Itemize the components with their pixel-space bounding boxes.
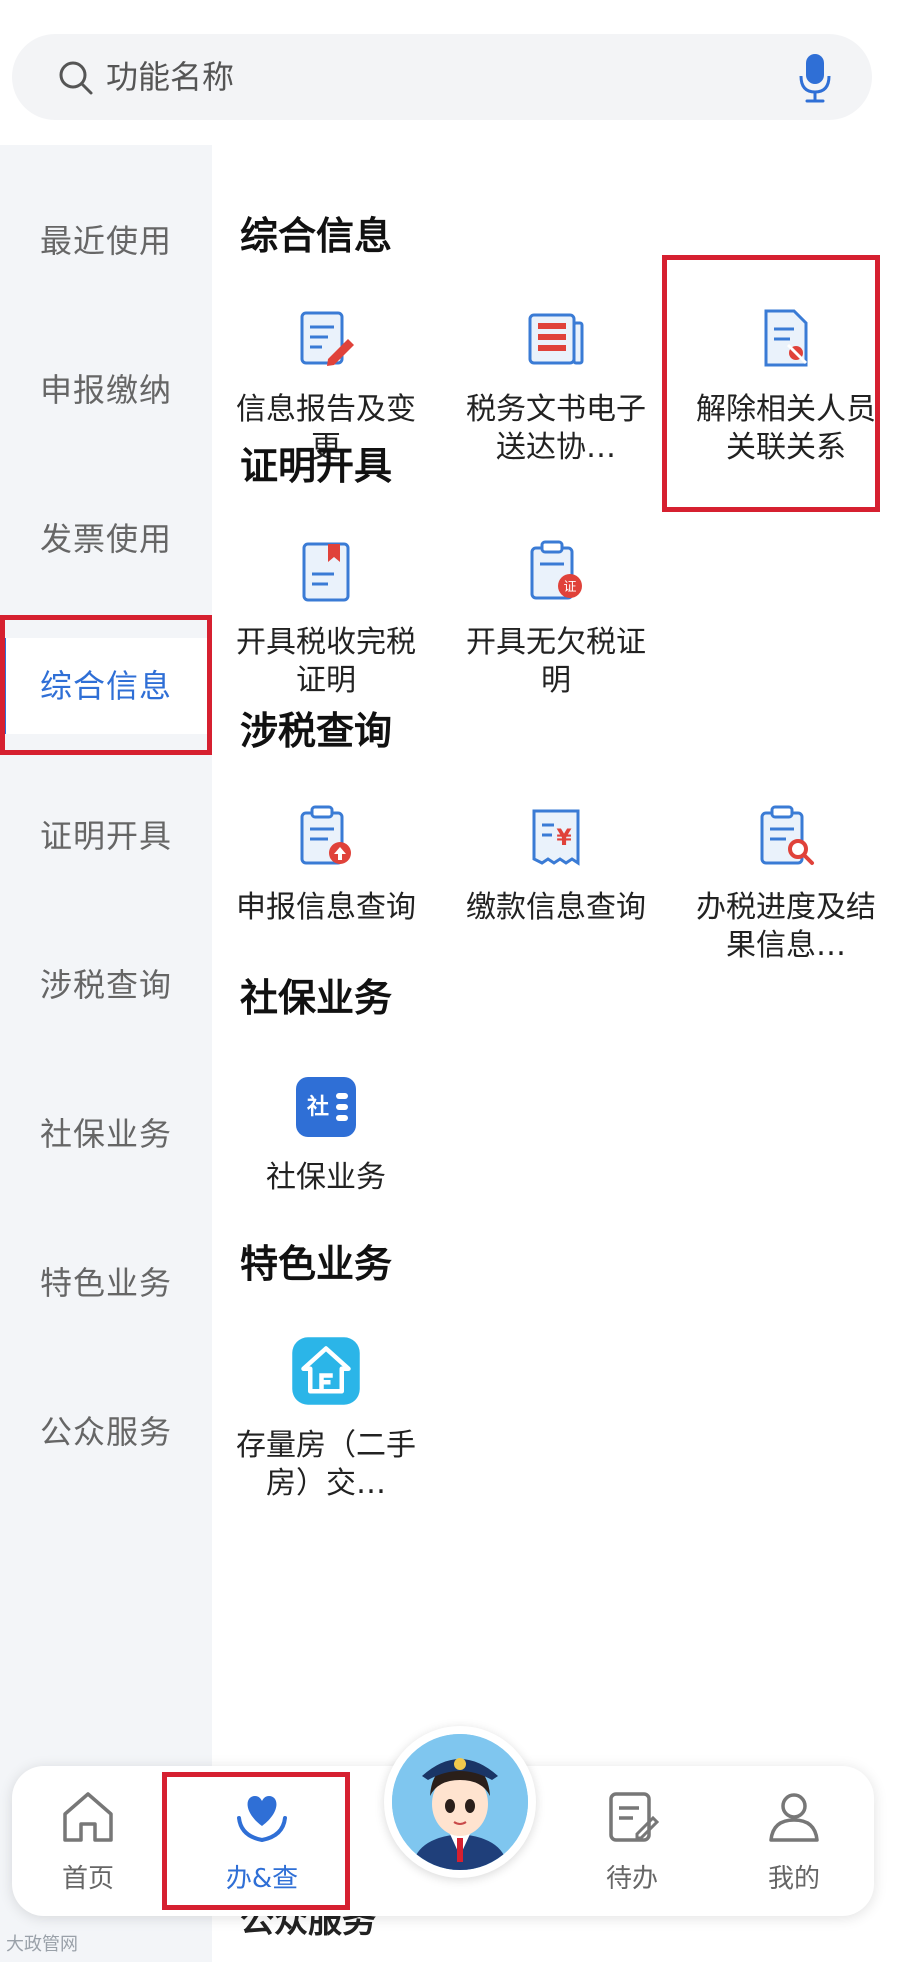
house-icon [292,1337,360,1405]
document-bookmark-icon [302,542,350,602]
section-title: 特色业务 [240,1242,393,1286]
grid-item-payment-query[interactable]: ¥ 缴款信息查询 [442,805,670,927]
newspaper-icon [528,313,584,365]
highlight-box-sidebar [0,615,212,755]
certificate-icon: 证 [530,540,582,600]
search-input[interactable]: 功能名称 [106,54,234,100]
grid-item-label: 社保业务 [266,1160,386,1195]
sidebar-item-invoice[interactable]: 发票使用 [0,491,212,587]
assistant-avatar-icon [392,1734,528,1870]
search-area: 功能名称 [0,0,900,145]
grid-item-social-security[interactable]: 社 社保业务 [212,1075,440,1197]
search-bar[interactable]: 功能名称 [12,34,872,120]
clipboard-upload-icon [300,805,351,865]
microphone-icon[interactable] [798,52,832,104]
section-title: 综合信息 [240,214,393,258]
assistant-avatar-button[interactable] [384,1726,536,1878]
section-title: 涉税查询 [240,709,393,753]
grid-item-label: 缴款信息查询 [466,890,646,925]
grid-item-no-arrears-cert[interactable]: 证 开具无欠税证明 [442,540,670,700]
sidebar-item-declare-pay[interactable]: 申报缴纳 [0,342,212,438]
bottom-navigation: 首页 办&查 待办 我的 [12,1726,874,1916]
grid-item-e-delivery[interactable]: 税务文书电子送达协… [442,307,670,467]
grid-item-tax-payment-cert[interactable]: 开具税收完税证明 [212,540,440,700]
home-icon [63,1792,113,1842]
user-icon [769,1793,819,1842]
highlight-box-unlink [662,255,880,512]
grid-item-progress-query[interactable]: 办税进度及结果信息… [672,805,900,965]
nav-label: 待办 [605,1864,658,1894]
nav-profile[interactable]: 我的 [734,1788,854,1895]
category-sidebar: 最近使用 申报缴纳 发票使用 综合信息 证明开具 涉税查询 社保业务 特色业务 … [0,145,212,1962]
sidebar-item-recent[interactable]: 最近使用 [0,193,212,289]
nav-home[interactable]: 首页 [28,1788,148,1895]
clipboard-search-icon [760,805,814,865]
svg-text:证: 证 [563,580,576,595]
receipt-yen-icon: ¥ [532,809,580,866]
search-icon [59,61,93,95]
grid-item-label: 存量房（二手房）交… [236,1428,416,1501]
section-title: 证明开具 [240,444,393,488]
grid-item-label: 办税进度及结果信息… [696,890,876,963]
nav-label: 我的 [767,1864,820,1894]
svg-text:社: 社 [307,1094,329,1120]
nav-todo[interactable]: 待办 [572,1788,692,1895]
watermark: 大政管网 [6,1934,78,1955]
grid-item-label: 申报信息查询 [236,890,416,925]
sidebar-item-public[interactable]: 公众服务 [0,1384,212,1480]
sidebar-item-certificates[interactable]: 证明开具 [0,788,212,884]
grid-item-second-hand-house[interactable]: 存量房（二手房）交… [212,1335,440,1503]
sidebar-item-social-security[interactable]: 社保业务 [0,1086,212,1182]
highlight-box-nav [162,1772,350,1910]
section-title: 社保业务 [240,976,393,1020]
grid-item-declaration-query[interactable]: 申报信息查询 [212,805,440,927]
nav-label: 首页 [61,1864,114,1894]
grid-item-label: 税务文书电子送达协… [466,392,646,465]
document-edit-icon [300,311,354,366]
svg-text:¥: ¥ [556,826,572,851]
sidebar-item-special[interactable]: 特色业务 [0,1235,212,1331]
grid-item-label: 开具税收完税证明 [236,625,416,698]
social-security-icon: 社 [296,1077,356,1137]
todo-icon [609,1792,660,1842]
sidebar-item-tax-query[interactable]: 涉税查询 [0,937,212,1033]
grid-item-label: 开具无欠税证明 [466,625,646,698]
